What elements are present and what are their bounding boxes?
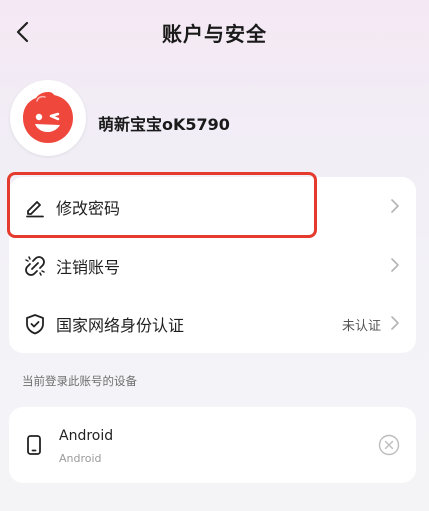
avatar[interactable] <box>10 80 86 156</box>
phone-icon <box>27 435 41 455</box>
profile-section: 萌新宝宝oK5790 <box>10 80 410 160</box>
user-nickname: 萌新宝宝oK5790 <box>98 115 230 134</box>
chevron-right-icon <box>391 258 399 272</box>
top-bar: 账户与安全 <box>0 0 429 64</box>
menu-item-label: 注销账号 <box>56 258 121 277</box>
devices-section-label: 当前登录此账号的设备 <box>22 374 137 388</box>
page-title: 账户与安全 <box>162 22 267 46</box>
chevron-right-icon <box>391 316 399 330</box>
broken-link-icon <box>25 256 45 276</box>
winking-face-avatar-icon <box>23 92 73 143</box>
menu-item-delete-account[interactable]: 注销账号 <box>9 236 416 294</box>
close-circle-icon <box>378 434 400 456</box>
device-subtitle: Android <box>59 452 102 465</box>
device-card: Android Android <box>9 407 416 483</box>
verification-status: 未认证 <box>341 319 381 334</box>
device-name: Android <box>59 428 114 444</box>
highlight-box <box>7 172 317 238</box>
menu-item-label: 国家网络身份认证 <box>56 316 185 335</box>
remove-device-button[interactable] <box>378 434 400 456</box>
menu-item-national-id-verification[interactable]: 国家网络身份认证 未认证 <box>9 294 416 352</box>
shield-icon <box>26 314 44 335</box>
chevron-right-icon <box>391 199 399 213</box>
